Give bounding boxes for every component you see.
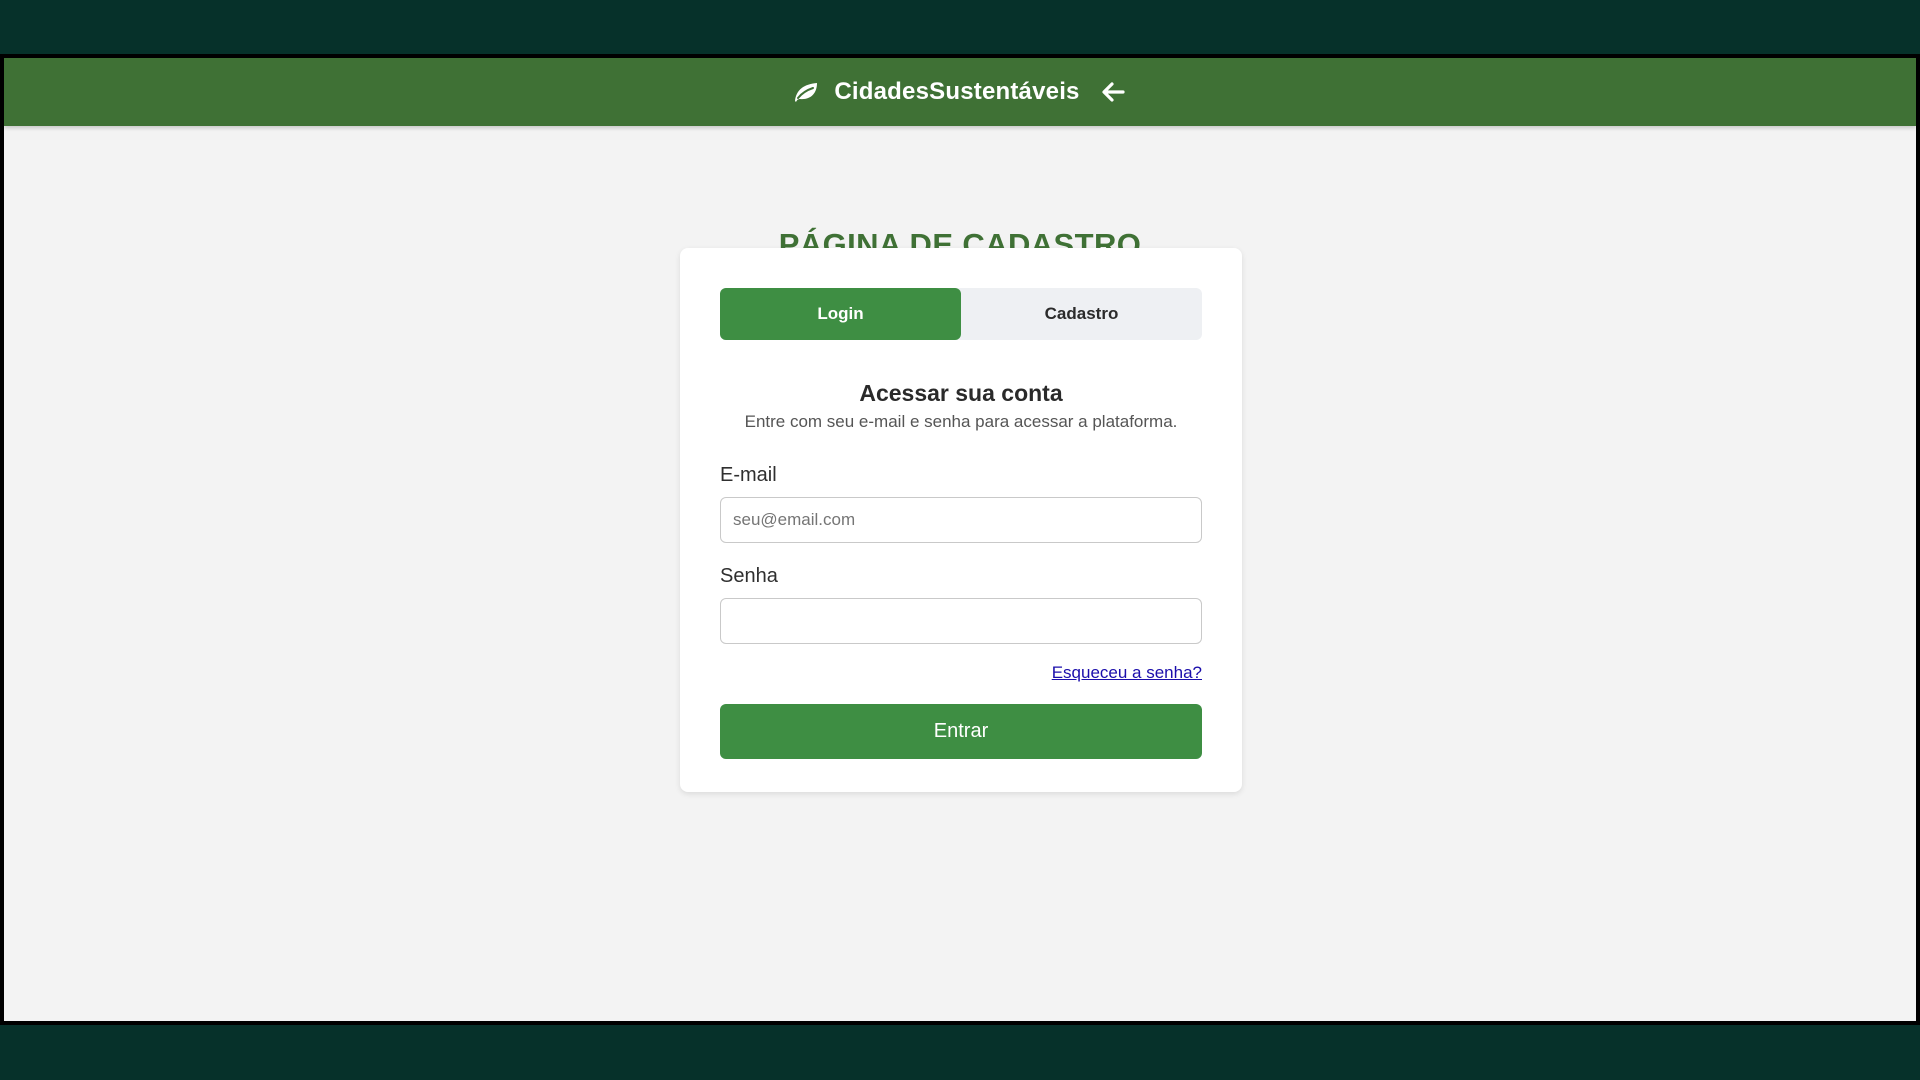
forgot-row: Esqueceu a senha? bbox=[720, 662, 1202, 685]
form-subheading: Entre com seu e-mail e senha para acessa… bbox=[744, 412, 1178, 431]
tab-cadastro[interactable]: Cadastro bbox=[961, 288, 1202, 340]
login-submit-button[interactable]: Entrar bbox=[720, 704, 1202, 759]
password-label: Senha bbox=[720, 565, 778, 587]
app-window: CidadesSustentáveis PÁGINA DE CADASTRO L… bbox=[4, 58, 1916, 1021]
app-frame: CidadesSustentáveis PÁGINA DE CADASTRO L… bbox=[0, 54, 1920, 1025]
leaf-icon bbox=[792, 80, 820, 104]
login-card: Login Cadastro Acessar sua conta Entre c… bbox=[680, 248, 1242, 792]
password-field[interactable] bbox=[720, 598, 1202, 644]
forgot-password-link[interactable]: Esqueceu a senha? bbox=[1052, 663, 1202, 682]
form-heading: Acessar sua conta bbox=[859, 380, 1063, 406]
email-field[interactable] bbox=[720, 497, 1202, 543]
top-navbar: CidadesSustentáveis bbox=[4, 58, 1916, 126]
brand-name: CidadesSustentáveis bbox=[834, 78, 1080, 105]
auth-tabs: Login Cadastro bbox=[720, 288, 1202, 340]
tab-login[interactable]: Login bbox=[720, 288, 961, 340]
email-label: E-mail bbox=[720, 464, 777, 486]
arrow-left-icon[interactable] bbox=[1098, 77, 1128, 107]
brand: CidadesSustentáveis bbox=[792, 77, 1127, 107]
